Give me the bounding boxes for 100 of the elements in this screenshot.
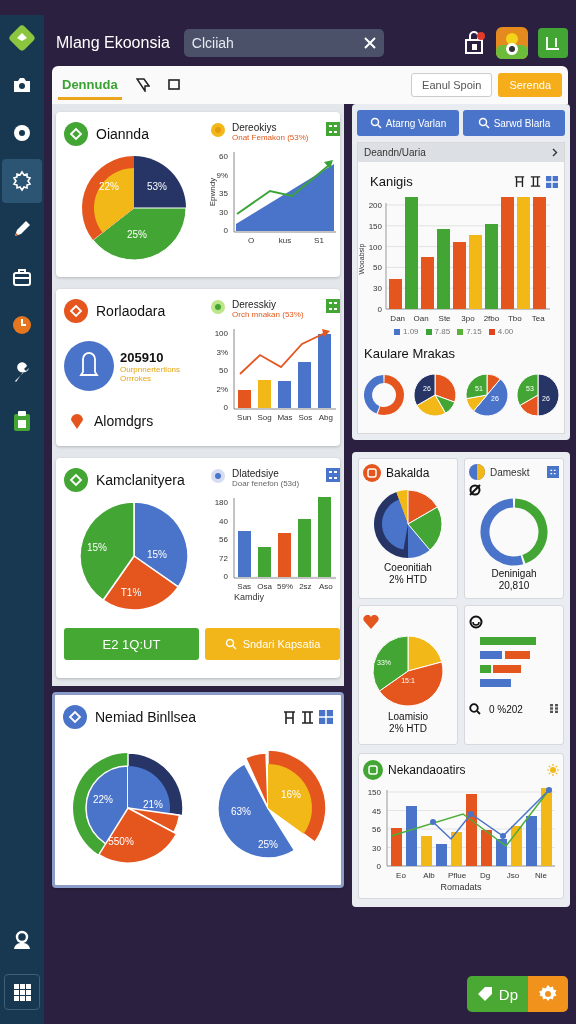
axis-label: O <box>247 236 255 245</box>
card-icon <box>64 122 88 146</box>
card-icon <box>64 468 88 492</box>
side-subtitle: Doar fenefon (53d) <box>232 479 301 488</box>
pie-label: 15% <box>87 542 107 553</box>
pie-chart <box>374 489 443 558</box>
chart-bar <box>421 836 432 866</box>
axis-label: Aso <box>318 582 333 591</box>
pin-board-icon[interactable] <box>283 710 296 724</box>
axis-label: Jso <box>506 871 520 880</box>
axis-label: Tbo <box>507 314 522 323</box>
axis-label: 56 <box>219 535 228 544</box>
chart-bar <box>406 806 417 866</box>
legend-label: 7.85 <box>434 327 451 336</box>
chart-bar <box>505 651 530 659</box>
axis-label: 0 <box>377 305 382 314</box>
axis-label: Sas <box>237 582 252 591</box>
briefcase-icon <box>12 267 32 287</box>
chart-button[interactable] <box>538 28 568 58</box>
status-icon <box>210 122 226 138</box>
axis-label: 150 <box>368 221 382 231</box>
breadcrumb[interactable]: Deandn/Uaria <box>364 147 426 158</box>
grid-icon[interactable] <box>326 299 340 313</box>
card-icon <box>63 705 87 729</box>
chart-bar <box>258 380 271 408</box>
grid-icon[interactable] <box>547 466 559 478</box>
chart-title: Kanigis <box>369 174 414 189</box>
legend-label: 4.00 <box>497 327 514 336</box>
grid-icon[interactable] <box>319 710 333 724</box>
lock-icon[interactable] <box>464 31 486 55</box>
search-field[interactable]: Clciiah <box>183 29 384 57</box>
search-icon <box>477 117 490 129</box>
card-title: Nemiad Binllsea <box>95 709 197 725</box>
apps-button[interactable] <box>4 974 40 1010</box>
chart-bar <box>480 651 502 659</box>
chart-bar <box>451 832 462 866</box>
chevron-icon[interactable] <box>552 148 558 157</box>
axis-label: Dan <box>390 314 406 323</box>
axis-title: Romadats <box>439 882 483 892</box>
axis-label: 50 <box>219 366 228 375</box>
close-icon[interactable] <box>363 37 376 49</box>
cursor-icon <box>135 77 150 92</box>
search-icon <box>369 117 382 129</box>
axis-label: Nie <box>535 871 547 880</box>
axis-title: Kamdiy <box>233 592 265 602</box>
pie-label: 550% <box>108 836 134 847</box>
axis-label: 30 <box>219 207 228 217</box>
axis-label: 9% <box>216 170 228 180</box>
pie-label: T1% <box>120 587 142 598</box>
chart-bar <box>258 547 271 577</box>
pin-board-icon[interactable] <box>301 710 314 724</box>
search-button[interactable]: Atarng Varlan <box>357 110 459 136</box>
toolbar-button[interactable]: Eanul Spoin <box>411 73 493 97</box>
tile-footer: 0 %202 <box>489 703 541 715</box>
grid-icon[interactable] <box>326 122 340 136</box>
donut-chart <box>480 498 548 566</box>
sun-icon <box>547 764 559 776</box>
card-title: Kamclanityera <box>96 472 185 488</box>
pin-board-icon[interactable] <box>514 176 525 187</box>
chart-bar <box>421 257 434 309</box>
action-button[interactable]: Dp <box>466 976 528 1012</box>
axis-label: Ste <box>438 314 451 323</box>
sidebar-button[interactable] <box>2 159 42 203</box>
tag-icon <box>476 986 493 1002</box>
search-icon[interactable] <box>469 703 481 715</box>
tab[interactable]: Dennuda <box>58 70 122 100</box>
pie-label: 15% <box>147 549 167 560</box>
axis-label: 0 <box>376 862 381 871</box>
axis-label: 56 <box>372 825 381 834</box>
grid-icon[interactable] <box>549 704 559 714</box>
axis-label: 2% <box>216 384 228 394</box>
axis-label: 30 <box>373 284 382 294</box>
axis-label: Tea <box>531 314 545 323</box>
tile-caption: 2% HTD <box>389 574 427 586</box>
axis-label: 3po <box>461 314 475 323</box>
user-icon <box>11 929 33 951</box>
metric-caption: Orrrokes <box>120 373 152 383</box>
search-button[interactable]: Sarwd Blarla <box>463 110 565 136</box>
donut-chart <box>363 375 404 415</box>
grid-icon[interactable] <box>546 175 558 188</box>
pin-board-icon[interactable] <box>530 176 541 187</box>
chart-bar <box>389 279 402 309</box>
chart-bar <box>278 533 291 577</box>
chart-bar <box>238 390 251 408</box>
action-button[interactable]: E2 1Q:UT <box>64 628 199 660</box>
note-text: Alomdgrs <box>94 413 154 429</box>
tile-caption: 20,810 <box>498 580 530 592</box>
tile-title: Dameskt <box>490 466 530 478</box>
axis-label: 2fbo <box>483 314 500 323</box>
pin-icon <box>70 413 84 429</box>
side-title: Dlatedsiye <box>232 468 280 479</box>
axis-label: S1 <box>314 236 324 245</box>
chart-bar <box>278 381 291 408</box>
grid-icon[interactable] <box>326 468 340 482</box>
app-icon[interactable] <box>496 27 528 59</box>
legend-label: 7.15 <box>466 327 482 336</box>
search-icon <box>224 638 237 650</box>
axis-label: Sog <box>257 413 272 422</box>
axis-label: 72 <box>219 553 228 563</box>
axis-label: 2sz <box>299 582 312 591</box>
